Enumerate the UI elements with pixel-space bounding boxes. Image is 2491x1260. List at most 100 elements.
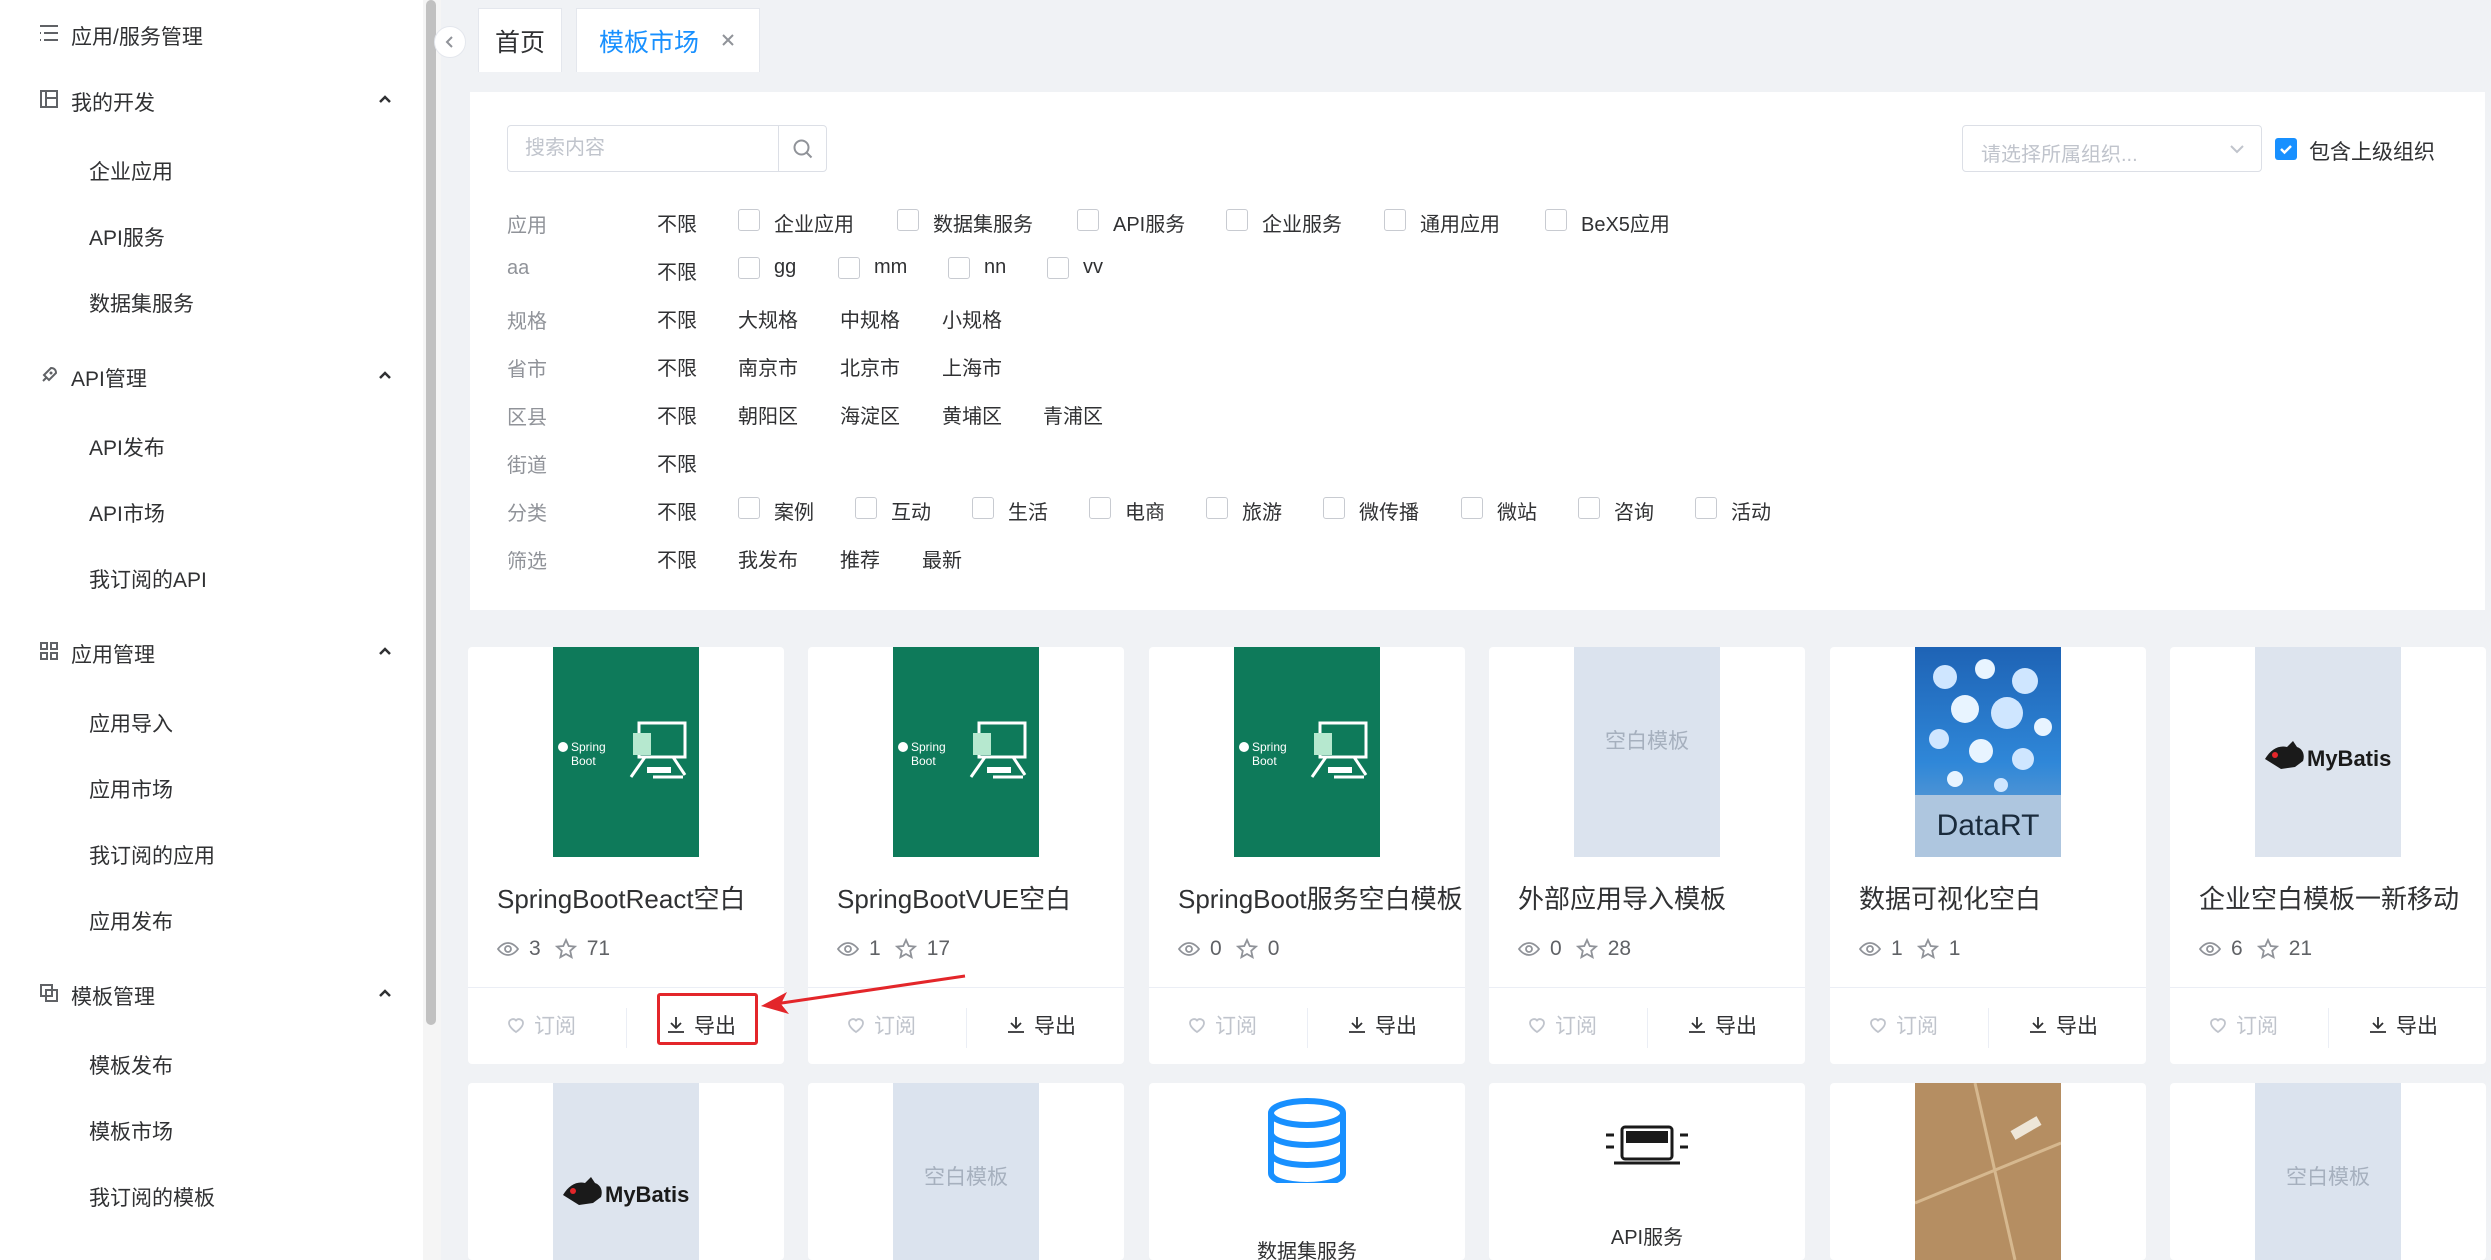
filter-checkbox[interactable] (972, 497, 994, 519)
filter-checkbox[interactable] (1089, 497, 1111, 519)
sidebar-scrollbar-thumb[interactable] (426, 0, 436, 1025)
filter-option[interactable]: 企业服务 (1262, 208, 1342, 237)
filter-option[interactable]: 北京市 (840, 352, 900, 381)
filter-checkbox[interactable] (1226, 209, 1248, 231)
close-icon[interactable] (717, 29, 741, 53)
filter-option[interactable]: 数据集服务 (933, 208, 1033, 237)
template-card[interactable]: 空白模板 (2170, 1083, 2486, 1260)
filter-option[interactable]: 微传播 (1359, 496, 1419, 525)
subscribe-button[interactable]: 订阅 (1187, 1010, 1257, 1040)
sidebar-item-app-service-management[interactable]: 应用/服务管理 (0, 10, 423, 56)
filter-option[interactable]: 互动 (891, 496, 931, 525)
filter-option-all[interactable]: 不限 (657, 400, 697, 429)
filter-option-all[interactable]: 不限 (657, 304, 697, 333)
filter-option-all[interactable]: 不限 (657, 544, 697, 573)
filter-checkbox[interactable] (1578, 497, 1600, 519)
sidebar-item-my-subscribed-app[interactable]: 我订阅的应用 (0, 832, 423, 878)
filter-option-all[interactable]: 不限 (657, 448, 697, 477)
sidebar-item-enterprise-app[interactable]: 企业应用 (0, 148, 423, 194)
template-card[interactable]: 数据集服务 (1149, 1083, 1465, 1260)
filter-option[interactable]: API服务 (1113, 208, 1185, 237)
sidebar-item-api-market[interactable]: API市场 (0, 490, 423, 536)
template-card[interactable]: 空白模板 (808, 1083, 1124, 1260)
tab-template-market[interactable]: 模板市场 (576, 8, 760, 72)
collapse-sidebar-button[interactable] (434, 26, 466, 58)
filter-option[interactable]: 电商 (1125, 496, 1165, 525)
filter-option[interactable]: 旅游 (1242, 496, 1282, 525)
sidebar-item-api-service[interactable]: API服务 (0, 214, 423, 260)
template-card[interactable] (1830, 1083, 2146, 1260)
subscribe-button[interactable]: 订阅 (1527, 1010, 1597, 1040)
filter-option[interactable]: 通用应用 (1420, 208, 1500, 237)
template-card[interactable]: MyBatis 企业空白模板一新移动 6 21 订阅 导出 (2170, 647, 2486, 1064)
filter-option[interactable]: 微站 (1497, 496, 1537, 525)
filter-option[interactable]: 黄埔区 (942, 400, 1002, 429)
sidebar-item-api-publish[interactable]: API发布 (0, 424, 423, 470)
filter-option[interactable]: 中规格 (840, 304, 900, 333)
filter-option[interactable]: nn (984, 256, 1006, 279)
subscribe-button[interactable]: 订阅 (2208, 1010, 2278, 1040)
export-button[interactable]: 导出 (2368, 1010, 2438, 1040)
sidebar-group-my-development[interactable]: 我的开发 (0, 76, 423, 122)
sidebar-item-app-market[interactable]: 应用市场 (0, 766, 423, 812)
filter-checkbox[interactable] (738, 209, 760, 231)
sidebar-item-my-subscribed-api[interactable]: 我订阅的API (0, 556, 423, 602)
filter-option[interactable]: 咨询 (1614, 496, 1654, 525)
filter-option[interactable]: 生活 (1008, 496, 1048, 525)
filter-option[interactable]: 海淀区 (840, 400, 900, 429)
filter-checkbox[interactable] (1384, 209, 1406, 231)
filter-checkbox[interactable] (738, 497, 760, 519)
include-parent-checkbox[interactable] (2275, 138, 2297, 160)
sidebar-item-template-publish[interactable]: 模板发布 (0, 1042, 423, 1088)
sidebar-item-dataset-service[interactable]: 数据集服务 (0, 280, 423, 326)
filter-option-all[interactable]: 不限 (657, 352, 697, 381)
filter-checkbox[interactable] (1695, 497, 1717, 519)
sidebar-item-my-subscribed-template[interactable]: 我订阅的模板 (0, 1174, 423, 1220)
filter-option-all[interactable]: 不限 (657, 496, 697, 525)
filter-option[interactable]: 活动 (1731, 496, 1771, 525)
sidebar-group-app-management[interactable]: 应用管理 (0, 628, 423, 674)
filter-option[interactable]: BeX5应用 (1581, 208, 1670, 237)
filter-checkbox[interactable] (1077, 209, 1099, 231)
sidebar-group-template-management[interactable]: 模板管理 (0, 970, 423, 1016)
filter-checkbox[interactable] (1323, 497, 1345, 519)
export-button[interactable]: 导出 (1687, 1010, 1757, 1040)
template-card[interactable]: Spring Boot SpringBoot服务空白模板 0 0 订阅 导出 (1149, 647, 1465, 1064)
filter-option[interactable]: 案例 (774, 496, 814, 525)
template-card[interactable]: API服务 (1489, 1083, 1805, 1260)
template-card[interactable]: DataRT 数据可视化空白 1 1 订阅 导出 (1830, 647, 2146, 1064)
filter-checkbox[interactable] (838, 257, 860, 279)
filter-option[interactable]: 最新 (922, 544, 962, 573)
sidebar-item-template-market[interactable]: 模板市场 (0, 1108, 423, 1154)
subscribe-button[interactable]: 订阅 (1868, 1010, 1938, 1040)
org-select[interactable]: 请选择所属组织... (1962, 125, 2262, 172)
filter-option[interactable]: 南京市 (738, 352, 798, 381)
sidebar-group-api-management[interactable]: API管理 (0, 352, 423, 398)
filter-option[interactable]: 小规格 (942, 304, 1002, 333)
filter-option[interactable]: 大规格 (738, 304, 798, 333)
filter-option[interactable]: gg (774, 256, 796, 279)
filter-option[interactable]: mm (874, 256, 907, 279)
filter-option-all[interactable]: 不限 (657, 256, 697, 285)
subscribe-button[interactable]: 订阅 (506, 1010, 576, 1040)
sidebar-item-app-import[interactable]: 应用导入 (0, 700, 423, 746)
filter-checkbox[interactable] (1461, 497, 1483, 519)
filter-checkbox[interactable] (738, 257, 760, 279)
search-button[interactable] (778, 126, 827, 171)
filter-checkbox[interactable] (897, 209, 919, 231)
template-card[interactable]: MyBatis (468, 1083, 784, 1260)
filter-option[interactable]: 企业应用 (774, 208, 854, 237)
filter-checkbox[interactable] (948, 257, 970, 279)
filter-checkbox[interactable] (1047, 257, 1069, 279)
sidebar-item-app-publish[interactable]: 应用发布 (0, 898, 423, 944)
filter-checkbox[interactable] (855, 497, 877, 519)
filter-option-all[interactable]: 不限 (657, 208, 697, 237)
filter-option[interactable]: 上海市 (942, 352, 1002, 381)
filter-option[interactable]: 推荐 (840, 544, 880, 573)
filter-checkbox[interactable] (1206, 497, 1228, 519)
search-input[interactable] (508, 126, 778, 171)
template-card[interactable]: 空白模板 外部应用导入模板 0 28 订阅 导出 (1489, 647, 1805, 1064)
tab-home[interactable]: 首页 (478, 8, 562, 72)
filter-option[interactable]: 朝阳区 (738, 400, 798, 429)
filter-option[interactable]: 我发布 (738, 544, 798, 573)
